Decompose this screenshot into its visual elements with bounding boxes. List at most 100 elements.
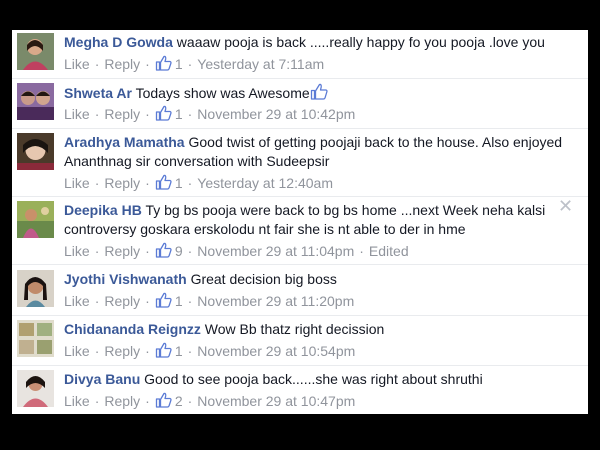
edited-label[interactable]: Edited [369,243,409,259]
reply-link[interactable]: Reply [104,343,140,359]
divider [12,128,588,129]
comment-actions: Like · Reply · 1 · November 29 at 11:20pm [64,292,354,309]
avatar[interactable] [17,270,54,307]
separator: · [187,243,193,259]
like-count[interactable]: 1 [175,175,183,191]
commenter-name[interactable]: Aradhya Mamatha [64,134,185,150]
comment-body: Chidananda Reignzz Wow Bb thatz right de… [64,320,579,339]
separator: · [187,293,193,309]
comment-body: Megha D Gowda waaaw pooja is back .....r… [64,33,579,52]
comment-text: Great decision big boss [190,271,337,287]
close-icon[interactable]: ✕ [558,197,573,215]
avatar[interactable] [17,83,54,120]
comment-actions: Like · Reply · 1 · November 29 at 10:54pm [64,342,355,359]
divider [12,196,588,197]
thumbs-up-icon[interactable] [155,292,172,308]
comment-text: waaaw pooja is back .....really happy fo… [176,34,545,50]
comment-actions: Like · Reply · 2 · November 29 at 10:47pm [64,392,355,409]
avatar[interactable] [17,33,54,70]
separator: · [94,393,100,409]
divider [12,315,588,316]
separator: · [187,393,193,409]
separator: · [94,293,100,309]
comment-body: Deepika HB Ty bg bs pooja were back to b… [64,201,579,239]
thumbs-up-icon[interactable] [155,105,172,121]
separator: · [94,175,100,191]
timestamp[interactable]: Yesterday at 7:11am [197,56,324,72]
like-link[interactable]: Like [64,175,90,191]
thumbs-up-icon[interactable] [155,342,172,358]
separator: · [145,243,150,259]
comments-panel: Megha D Gowda waaaw pooja is back .....r… [12,30,588,414]
separator: · [94,243,100,259]
commenter-name[interactable]: Chidananda Reignzz [64,321,201,337]
reply-link[interactable]: Reply [104,175,140,191]
like-link[interactable]: Like [64,343,90,359]
like-link[interactable]: Like [64,56,90,72]
timestamp[interactable]: November 29 at 10:47pm [197,393,355,409]
timestamp[interactable]: November 29 at 11:20pm [197,293,354,309]
separator: · [187,106,193,122]
avatar[interactable] [17,320,54,357]
like-count[interactable]: 1 [175,56,183,72]
separator: · [94,106,100,122]
like-count[interactable]: 2 [175,393,183,409]
thumbs-up-icon[interactable] [155,174,172,190]
commenter-name[interactable]: Shweta Ar [64,85,132,101]
comment-actions: Like · Reply · 1 · Yesterday at 12:40am [64,174,333,191]
like-link[interactable]: Like [64,393,90,409]
comment-text: Good to see pooja back......she was righ… [144,371,483,387]
timestamp[interactable]: November 29 at 10:42pm [197,106,355,122]
separator: · [94,343,100,359]
separator: · [187,343,193,359]
commenter-name[interactable]: Megha D Gowda [64,34,173,50]
comment-actions: Like · Reply · 1 · Yesterday at 7:11am [64,55,324,72]
reply-link[interactable]: Reply [104,293,140,309]
separator: · [145,293,150,309]
separator: · [145,106,150,122]
divider [12,264,588,265]
separator: · [145,175,150,191]
comment-actions: Like · Reply · 9 · November 29 at 11:04pm · Edit… [64,242,409,259]
divider [12,78,588,79]
thumbs-up-icon[interactable] [155,392,172,408]
comment-text: Todays show was Awesome [135,85,310,101]
comment-actions: Like · Reply · 1 · November 29 at 10:42pm [64,105,355,122]
comment-body: Aradhya Mamatha Good twist of getting po… [64,133,579,171]
separator: · [145,56,150,72]
timestamp[interactable]: November 29 at 10:54pm [197,343,355,359]
reply-link[interactable]: Reply [104,106,140,122]
comment-body: Shweta Ar Todays show was Awesome [64,83,579,103]
commenter-name[interactable]: Divya Banu [64,371,140,387]
separator: · [187,175,193,191]
thumbs-up-icon[interactable] [155,242,172,258]
avatar[interactable] [17,370,54,407]
separator: · [187,56,193,72]
comment-body: Divya Banu Good to see pooja back......s… [64,370,579,389]
like-count[interactable]: 1 [175,106,183,122]
like-link[interactable]: Like [64,243,90,259]
separator: · [145,393,150,409]
reply-link[interactable]: Reply [104,393,140,409]
commenter-name[interactable]: Jyothi Vishwanath [64,271,187,287]
comment-body: Jyothi Vishwanath Great decision big bos… [64,270,579,289]
like-count[interactable]: 1 [175,343,183,359]
timestamp[interactable]: Yesterday at 12:40am [197,175,333,191]
like-count[interactable]: 9 [175,243,183,259]
separator: · [359,243,364,259]
timestamp[interactable]: November 29 at 11:04pm [197,243,354,259]
avatar[interactable] [17,133,54,170]
reply-link[interactable]: Reply [104,56,140,72]
thumbs-up-icon[interactable] [155,55,172,71]
like-link[interactable]: Like [64,106,90,122]
like-count[interactable]: 1 [175,293,183,309]
comment-text: Wow Bb thatz right decission [204,321,385,337]
divider [12,365,588,366]
separator: · [94,56,100,72]
separator: · [145,343,150,359]
like-link[interactable]: Like [64,293,90,309]
reply-link[interactable]: Reply [104,243,140,259]
like-emoticon-icon [310,83,328,100]
avatar[interactable] [17,201,54,238]
commenter-name[interactable]: Deepika HB [64,202,142,218]
